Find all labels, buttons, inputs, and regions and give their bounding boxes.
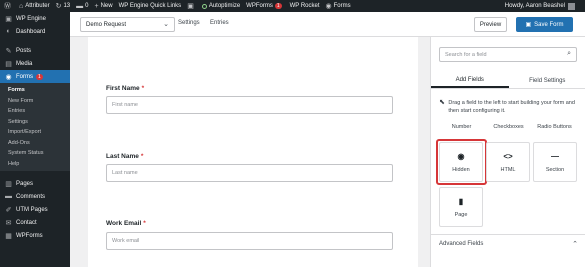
sidebar-item-pages[interactable]: ▥ Pages: [0, 177, 70, 190]
sidebar-item-wp-engine[interactable]: ▣ WP Engine: [0, 12, 70, 25]
work-email-field[interactable]: Work email: [106, 232, 393, 250]
tab-add-fields[interactable]: Add Fields: [431, 73, 509, 88]
sidebar-item-wpforms[interactable]: ▦ WPForms: [0, 229, 70, 242]
field-checkboxes[interactable]: Checkboxes: [486, 124, 531, 130]
sidebar-item-dashboard[interactable]: ◐ Dashboard: [0, 25, 70, 38]
submenu-new-form[interactable]: New Form: [0, 96, 70, 107]
app-root: Ⓦ ⌂ Attributer ↻ 13 ▬ 0 + New WP Engine Quic…: [0, 0, 585, 267]
pages-icon: ▥: [5, 180, 12, 188]
field-section-button[interactable]: — Section: [533, 142, 577, 182]
account-menu[interactable]: Howdy, Aaron Beashel: [505, 2, 575, 10]
sidebar-item-posts[interactable]: ✎ Posts: [0, 44, 70, 57]
chevron-down-icon: ⌄: [163, 21, 169, 28]
admin-bar: Ⓦ ⌂ Attributer ↻ 13 ▬ 0 + New WP Engine Quic…: [0, 0, 585, 12]
utm-pages-icon: ✐: [5, 206, 12, 214]
menu-badge-icon[interactable]: ▣: [187, 2, 196, 10]
fields-panel: Search for a field ⌕ Add Fields Field Se…: [430, 37, 585, 267]
highlight-box: [436, 139, 487, 185]
wpforms-icon: ▦: [5, 232, 12, 240]
submenu-import-export[interactable]: Import/Export: [0, 127, 70, 138]
submenu-system-status[interactable]: System Status: [0, 148, 70, 159]
last-name-field[interactable]: Last name: [106, 164, 393, 182]
home-icon: ⌂: [19, 2, 24, 10]
submenu-settings[interactable]: Settings: [0, 117, 70, 128]
advanced-fields-toggle[interactable]: Advanced Fields ⌃: [431, 234, 585, 252]
forms-icon: ◉: [325, 3, 332, 10]
posts-icon: ✎: [5, 47, 12, 55]
wpforms-badge: 1: [274, 3, 282, 9]
sidebar-item-media[interactable]: ▤ Media: [0, 57, 70, 70]
submenu-entries[interactable]: Entries: [0, 106, 70, 117]
forms-submenu: Forms New Form Entries Settings Import/E…: [0, 83, 70, 171]
sidebar-item-contact[interactable]: ✉ Contact: [0, 216, 70, 229]
new-content-link[interactable]: + New: [94, 3, 112, 10]
form-editor-toolbar: Demo Request ⌄ Settings Entries Preview …: [70, 12, 585, 37]
save-icon: ▣: [525, 22, 532, 28]
site-name-link[interactable]: ⌂ Attributer: [19, 3, 50, 10]
panel-tabs: Add Fields Field Settings: [431, 73, 585, 89]
forms-link[interactable]: ◉ Forms: [326, 2, 351, 10]
media-icon: ▤: [5, 60, 12, 68]
submenu-add-ons[interactable]: Add-Ons: [0, 138, 70, 149]
form-selector[interactable]: Demo Request ⌄: [80, 17, 175, 32]
submenu-forms[interactable]: Forms: [0, 85, 70, 96]
admin-sidebar: ▣ WP Engine ◐ Dashboard ✎ Posts ▤ Media ◉ For…: [0, 12, 70, 267]
submenu-help[interactable]: Help: [0, 159, 70, 170]
form-canvas: First Name * First name Last Name * Last n…: [70, 37, 430, 267]
field-page-button[interactable]: ▮ Page: [439, 187, 483, 227]
quick-links-link[interactable]: WP Engine Quick Links: [119, 3, 182, 9]
wp-engine-icon: ▣: [5, 15, 12, 23]
entries-link[interactable]: Entries: [210, 20, 229, 26]
status-dot-icon: [201, 3, 207, 9]
sidebar-item-comments[interactable]: ▬ Comments: [0, 190, 70, 203]
last-name-label: Last Name *: [106, 153, 144, 160]
comments-link[interactable]: ▬ 0: [76, 3, 88, 10]
form-preview: First Name * First name Last Name * Last n…: [88, 37, 418, 267]
dashboard-icon: ◐: [6, 28, 11, 35]
sidebar-item-utm-pages[interactable]: ✐ UTM Pages: [0, 203, 70, 216]
contact-icon: ✉: [5, 219, 12, 227]
code-icon: <>: [503, 151, 513, 161]
tab-field-settings[interactable]: Field Settings: [509, 73, 585, 88]
forms-icon: ◉: [5, 73, 12, 81]
field-search-input[interactable]: Search for a field ⌕: [439, 47, 577, 62]
updates-link[interactable]: ↻ 13: [56, 2, 71, 10]
comment-icon: ▬: [76, 2, 84, 10]
work-email-label: Work Email *: [106, 220, 146, 227]
wpforms-link[interactable]: WPForms 1: [246, 3, 283, 9]
chevron-up-icon: ⌃: [572, 240, 578, 248]
preview-button[interactable]: Preview: [474, 17, 507, 32]
field-html-button[interactable]: <> HTML: [486, 142, 530, 182]
plus-icon: +: [94, 2, 99, 10]
sidebar-item-forms[interactable]: ◉ Forms 1: [0, 70, 70, 83]
avatar: [568, 2, 575, 10]
search-icon: ⌕: [567, 50, 571, 57]
first-name-label: First Name *: [106, 85, 145, 92]
field-number[interactable]: Number: [439, 124, 484, 130]
section-icon: —: [551, 151, 559, 161]
autoptimize-link[interactable]: Autoptimize: [201, 3, 240, 9]
settings-link[interactable]: Settings: [178, 20, 200, 26]
drag-hint: ⬉ Drag a field to the left to start buil…: [439, 99, 575, 114]
page-icon: ▮: [458, 196, 464, 206]
field-radio-buttons[interactable]: Radio Buttons: [532, 124, 577, 130]
save-form-button[interactable]: ▣ Save Form: [516, 17, 573, 32]
first-name-field[interactable]: First name: [106, 96, 393, 114]
forms-badge: 1: [36, 73, 43, 80]
wp-rocket-link[interactable]: WP Rocket: [290, 3, 320, 9]
updates-icon: ↻: [55, 3, 62, 10]
comments-icon: ▬: [5, 193, 12, 200]
cursor-icon: ⬉: [439, 99, 445, 106]
wordpress-icon[interactable]: Ⓦ: [4, 1, 13, 11]
